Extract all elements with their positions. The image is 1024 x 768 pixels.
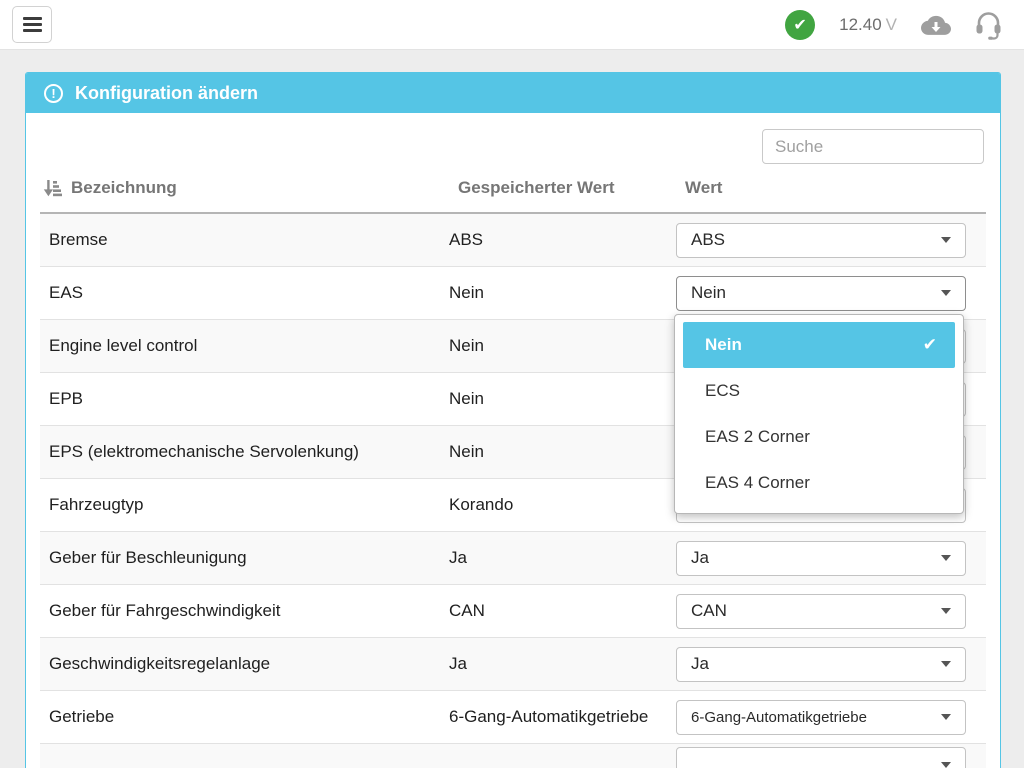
table-row: Geber für Fahrgeschwindigkeit CAN CAN — [40, 585, 986, 638]
chevron-down-icon — [941, 762, 951, 768]
value-select[interactable] — [676, 747, 966, 768]
voltage-value: 12.40 — [839, 15, 882, 34]
row-value-cell: 6-Gang-Automatikgetriebe — [676, 700, 986, 735]
dropdown-option[interactable]: EAS 2 Corner — [683, 414, 955, 460]
dropdown-option-label: EAS 4 Corner — [705, 473, 810, 493]
row-label: Getriebe — [40, 699, 449, 735]
dropdown-option-label: ECS — [705, 381, 740, 401]
row-value-cell: CAN — [676, 594, 986, 629]
select-current-value: Ja — [691, 654, 709, 674]
row-saved-value: Nein — [449, 380, 676, 419]
row-value-cell: ABS — [676, 223, 986, 258]
table-row — [40, 744, 986, 768]
value-select[interactable]: Nein — [676, 276, 966, 311]
row-label: EAS — [40, 275, 449, 311]
table-row: Getriebe 6-Gang-Automatikgetriebe 6-Gang… — [40, 691, 986, 744]
dropdown-option[interactable]: ECS — [683, 368, 955, 414]
value-select[interactable]: ABS — [676, 223, 966, 258]
chevron-down-icon — [941, 290, 951, 296]
table-row: EAS Nein Nein — [40, 267, 986, 320]
value-select[interactable]: CAN — [676, 594, 966, 629]
dropdown-option-label: Nein — [705, 335, 742, 355]
table-header: Bezeichnung Gespeicherter Wert Wert — [40, 164, 986, 214]
hamburger-icon — [23, 29, 42, 32]
value-select[interactable]: Ja — [676, 647, 966, 682]
search-row — [40, 113, 986, 164]
select-current-value: CAN — [691, 601, 727, 621]
status-area: ✔ 12.40V — [785, 10, 1002, 40]
chevron-down-icon — [941, 237, 951, 243]
chevron-down-icon — [941, 661, 951, 667]
chevron-down-icon — [941, 608, 951, 614]
row-label — [40, 744, 449, 760]
row-saved-value: Ja — [449, 539, 676, 578]
table-row: Geber für Beschleunigung Ja Ja — [40, 532, 986, 585]
table-row: Bremse ABS ABS — [40, 214, 986, 267]
top-bar: ✔ 12.40V — [0, 0, 1024, 50]
voltage-unit: V — [886, 15, 897, 34]
row-saved-value: Nein — [449, 433, 676, 472]
row-value-cell: Nein — [676, 276, 986, 311]
hamburger-icon — [23, 17, 42, 20]
row-label: EPB — [40, 381, 449, 417]
row-value-cell: Ja — [676, 647, 986, 682]
row-saved-value: Korando — [449, 486, 676, 525]
row-saved-value: Nein — [449, 327, 676, 366]
row-value-cell — [676, 744, 986, 768]
dropdown-menu: Nein ✔ ECS EAS 2 Corner EAS 4 Corner — [674, 314, 964, 514]
row-saved-value: ABS — [449, 221, 676, 260]
panel-header: ! Konfiguration ändern — [26, 73, 1000, 113]
dropdown-option[interactable]: Nein ✔ — [683, 322, 955, 368]
status-ok-icon: ✔ — [785, 10, 815, 40]
sort-amount-icon — [42, 178, 62, 198]
column-header-wert[interactable]: Wert — [685, 178, 986, 198]
column-label: Wert — [685, 178, 722, 197]
row-saved-value — [449, 744, 676, 760]
chevron-down-icon — [941, 714, 951, 720]
hamburger-icon — [23, 23, 42, 26]
column-label: Gespeicherter Wert — [458, 178, 615, 197]
chevron-down-icon — [941, 555, 951, 561]
select-current-value: ABS — [691, 230, 725, 250]
select-current-value: Ja — [691, 548, 709, 568]
row-label: Fahrzeugtyp — [40, 487, 449, 523]
value-select[interactable]: 6-Gang-Automatikgetriebe — [676, 700, 966, 735]
column-header-bezeichnung[interactable]: Bezeichnung — [40, 178, 458, 198]
page-title: Konfiguration ändern — [75, 83, 258, 104]
row-label: Geber für Fahrgeschwindigkeit — [40, 593, 449, 629]
row-label: Geber für Beschleunigung — [40, 540, 449, 576]
row-saved-value: 6-Gang-Automatikgetriebe — [449, 698, 676, 737]
column-label: Bezeichnung — [71, 178, 177, 198]
dropdown-option[interactable]: EAS 4 Corner — [683, 460, 955, 506]
alert-circle-icon: ! — [44, 84, 63, 103]
cloud-download-icon[interactable] — [921, 14, 951, 36]
hamburger-menu-button[interactable] — [12, 6, 52, 43]
row-value-cell: Ja — [676, 541, 986, 576]
headset-icon[interactable] — [975, 10, 1002, 40]
dropdown-option-label: EAS 2 Corner — [705, 427, 810, 447]
row-label: Bremse — [40, 222, 449, 258]
row-saved-value: CAN — [449, 592, 676, 631]
row-label: Engine level control — [40, 328, 449, 364]
row-label: EPS (elektromechanische Servolenkung) — [40, 434, 449, 470]
value-select[interactable]: Ja — [676, 541, 966, 576]
select-current-value: 6-Gang-Automatikgetriebe — [691, 709, 867, 726]
table-row: Geschwindigkeitsregelanlage Ja Ja — [40, 638, 986, 691]
search-input[interactable] — [762, 129, 984, 164]
row-label: Geschwindigkeitsregelanlage — [40, 646, 449, 682]
check-icon: ✔ — [923, 335, 937, 355]
select-current-value: Nein — [691, 283, 726, 303]
column-header-gespeicherter-wert[interactable]: Gespeicherter Wert — [458, 178, 685, 198]
row-saved-value: Ja — [449, 645, 676, 684]
battery-voltage: 12.40V — [839, 15, 897, 35]
row-saved-value: Nein — [449, 274, 676, 313]
